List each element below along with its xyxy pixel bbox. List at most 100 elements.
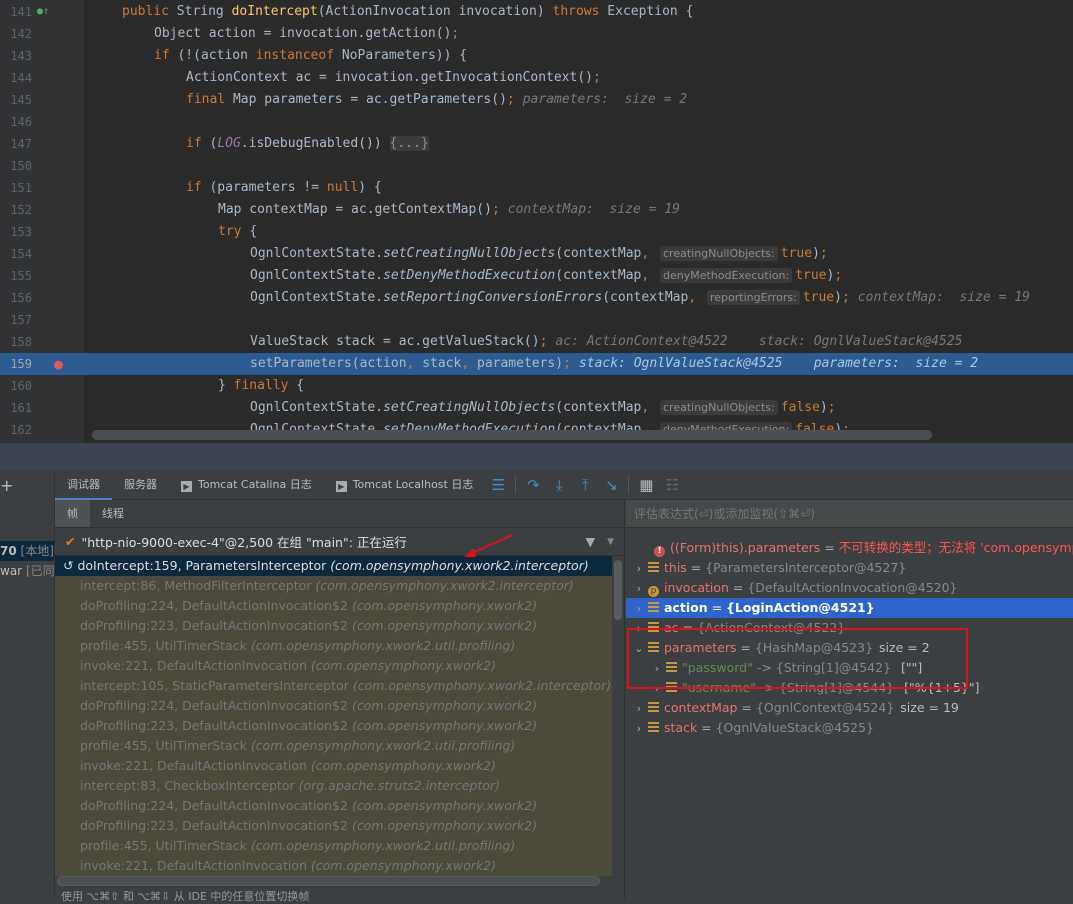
code-line[interactable]: 141 ●↑ public String doIntercept(ActionInv… [0,1,1073,23]
service-item-local[interactable]: 70 [本地] [0,541,54,561]
code-line[interactable]: 152 Map contextMap = ac.getContextMap(); c… [0,199,1073,221]
code-token: ValueStack stack = ac.getValueStack() [250,334,540,349]
code-token: Map parameters = ac.getParameters() [232,92,507,107]
variable-row[interactable]: › p invocation = {DefaultActionInvocation@… [626,578,1073,598]
stack-frame[interactable]: doProfiling:224, DefaultActionInvocation… [55,696,612,716]
tab-tomcat-catalina[interactable]: ▶ Tomcat Catalina 日志 [169,470,324,500]
tab-debugger[interactable]: 调试器 [55,470,112,500]
code-token: ; [834,268,843,283]
variable-row[interactable]: › contextMap = {OgnlContext@4524} size = 1… [626,698,1073,718]
console-icon: ▶ [181,480,192,492]
code-token: (ActionInvocation invocation) [317,4,553,19]
override-marker-icon[interactable]: ●↑ [37,1,49,23]
divider [515,475,517,494]
code-editor[interactable]: 141 ●↑ public String doIntercept(ActionInv… [0,0,1073,443]
code-line[interactable]: 160} finally { [0,375,1073,397]
chevron-right-icon[interactable]: › [630,699,648,718]
line-number: 147 [10,137,32,151]
chevron-right-icon[interactable]: › [630,719,648,738]
code-line[interactable]: 156 OgnlContextState.setReportingConversi… [0,287,1073,309]
inlay-hint: denyMethodExecution: [660,268,793,283]
code-line[interactable]: 153 try { [0,221,1073,243]
code-token: true [795,268,827,283]
field-icon [648,722,659,733]
service-item-war[interactable]: war [已同 [0,561,54,581]
stack-frame[interactable]: doProfiling:223, DefaultActionInvocation… [55,816,612,836]
panel-divider[interactable] [0,443,1073,470]
var-name: ((Form)this).parameters [670,540,821,555]
stack-frame[interactable]: profile:455, UtilTimerStack (com.opensym… [55,636,612,656]
stack-frame[interactable]: doProfiling:224, DefaultActionInvocation… [55,796,612,816]
run-to-cursor-icon[interactable]: ↘ [598,476,624,494]
stack-frame[interactable]: intercept:86, MethodFilterInterceptor (c… [55,576,612,596]
chevron-down-icon[interactable]: ▼ [607,537,614,547]
code-line[interactable]: 146 [0,111,1073,133]
code-line[interactable]: 147 if (LOG.isDebugEnabled()) {...} [0,133,1073,155]
chevron-right-icon[interactable]: › [630,599,648,618]
step-into-icon[interactable]: ⤓ [546,476,572,494]
line-number: 159 [10,357,32,371]
var-value: {DefaultActionInvocation@4520} [747,580,958,595]
tab-tomcat-localhost[interactable]: ▶ Tomcat Localhost 日志 [324,470,486,500]
tab-threads[interactable]: 线程 [90,500,136,527]
tab-server[interactable]: 服务器 [112,470,169,500]
line-number: 156 [10,291,32,305]
code-line[interactable]: 144 ActionContext ac = invocation.getInvo… [0,67,1073,89]
code-text: ActionContext ac = invocation.getInvocat… [186,67,601,89]
code-token: OgnlContextState. [250,246,384,261]
frames-vertical-scrollbar[interactable] [612,558,624,878]
code-line[interactable]: 151 if (parameters != null) { [0,177,1073,199]
frame-method: invoke:221, DefaultActionInvocation [80,658,311,673]
watch-error-row[interactable]: ! ((Form)this).parameters = 不可转换的类型；无法将 '… [626,538,1073,558]
equals: = [697,720,716,735]
trace-icon[interactable]: ☷ [659,476,685,494]
show-execution-point-icon[interactable]: ☰ [485,476,511,494]
chevron-right-icon[interactable]: › [630,579,648,598]
stack-frame[interactable]: invoke:221, DefaultActionInvocation (com… [55,756,612,776]
code-line[interactable]: 145 final Map parameters = ac.getParamete… [0,89,1073,111]
code-token: , [461,356,477,371]
code-token: public [122,4,177,19]
stack-frame[interactable]: ↺ doIntercept:159, ParametersInterceptor… [55,556,612,576]
stack-frame[interactable]: doProfiling:223, DefaultActionInvocation… [55,716,612,736]
frame-package: (com.opensymphony.xwork2) [310,858,497,873]
variable-row[interactable]: › this = {ParametersInterceptor@4527} [626,558,1073,578]
code-line[interactable]: 158 ValueStack stack = ac.getValueStack()… [0,331,1073,353]
code-line[interactable]: 161 OgnlContextState.setCreatingNullObjec… [0,397,1073,419]
var-value: {LoginAction@4521} [726,600,875,615]
code-token: (contextMap [555,246,642,261]
return-icon: ↺ [63,558,78,573]
stack-frame[interactable]: intercept:83, CheckboxInterceptor (org.a… [55,776,612,796]
editor-horizontal-scrollbar[interactable] [92,430,932,440]
variable-row[interactable]: › stack = {OgnlValueStack@4525} [626,718,1073,738]
code-token: try [218,224,250,239]
stack-frame[interactable]: profile:455, UtilTimerStack (com.opensym… [55,836,612,856]
stack-frame[interactable]: doProfiling:223, DefaultActionInvocation… [55,616,612,636]
stack-frame[interactable]: invoke:221, DefaultActionInvocation (com… [55,656,612,676]
code-line[interactable]: 142 Object action = invocation.getAction(… [0,23,1073,45]
variable-row[interactable]: › action = {LoginAction@4521} [626,598,1073,618]
stack-frame[interactable]: profile:455, UtilTimerStack (com.opensym… [55,736,612,756]
var-name: this [664,560,687,575]
code-line[interactable]: 159 ● setParameters(action, stack, paramet… [0,353,1073,375]
stack-frame[interactable]: invoke:221, DefaultActionInvocation (com… [55,856,612,876]
filter-icon[interactable]: ▼ [585,534,595,549]
code-line[interactable]: 157 [0,309,1073,331]
code-line[interactable]: 143 if (!(action instanceof NoParameters)… [0,45,1073,67]
stack-frame[interactable]: doProfiling:224, DefaultActionInvocation… [55,596,612,616]
code-line[interactable]: 154 OgnlContextState.setCreatingNullObjec… [0,243,1073,265]
thread-selector[interactable]: ✔ "http-nio-9000-exec-4"@2,500 在组 "main"… [55,528,624,556]
step-over-icon[interactable]: ↷ [520,476,546,494]
code-token: ; [841,290,850,305]
add-icon[interactable]: + [0,476,13,495]
step-out-icon[interactable]: ⤒ [572,476,598,494]
tab-frames[interactable]: 帧 [55,500,90,527]
breakpoint-icon[interactable]: ● [54,353,63,375]
stack-frame[interactable]: intercept:105, StaticParametersIntercept… [55,676,612,696]
frames-horizontal-scrollbar[interactable] [57,876,600,886]
evaluate-expression-icon[interactable]: ▦ [633,476,659,494]
code-line[interactable]: 150 [0,155,1073,177]
chevron-right-icon[interactable]: › [630,559,648,578]
code-line[interactable]: 155 OgnlContextState.setDenyMethodExecuti… [0,265,1073,287]
evaluate-expression-input[interactable]: 评估表达式(⏎)或添加监视(⇧⌘⏎) [626,500,1073,528]
